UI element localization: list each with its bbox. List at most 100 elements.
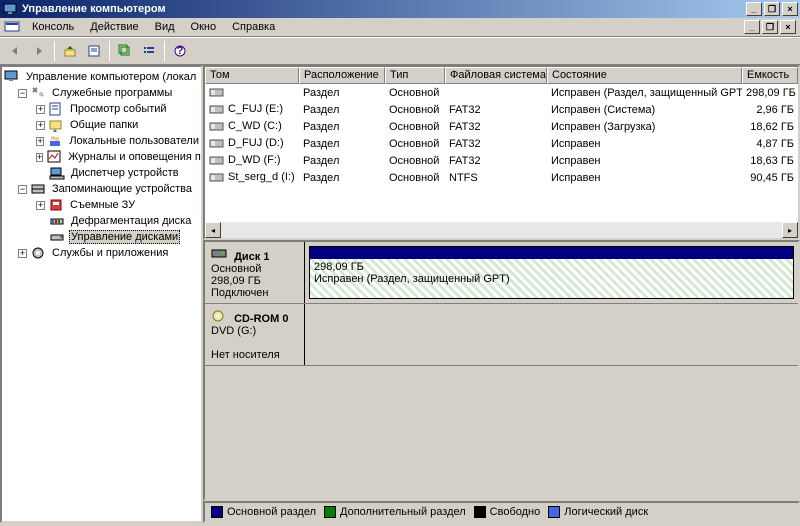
volume-row[interactable]: D_WD (F:)РазделОсновнойFAT32Исправен18,6… bbox=[205, 152, 798, 169]
menu-help[interactable]: Справка bbox=[224, 19, 283, 35]
tree-root-label: Управление компьютером (локал bbox=[24, 70, 198, 84]
cell-name: D_WD (F:) bbox=[205, 153, 299, 167]
app-icon bbox=[2, 1, 18, 17]
col-layout[interactable]: Расположение bbox=[299, 67, 385, 84]
col-type[interactable]: Тип bbox=[385, 67, 445, 84]
list-hscrollbar[interactable]: ◂ ▸ bbox=[205, 222, 798, 238]
svg-text:?: ? bbox=[177, 45, 184, 57]
cell-name: C_WD (C:) bbox=[205, 119, 299, 133]
removable-icon bbox=[48, 197, 64, 213]
collapse-icon[interactable]: − bbox=[18, 185, 27, 194]
expand-icon[interactable]: + bbox=[18, 249, 27, 258]
mmc-icon[interactable] bbox=[4, 19, 20, 35]
properties-button[interactable] bbox=[83, 40, 105, 62]
cell-layout: Раздел bbox=[299, 171, 385, 185]
col-volume[interactable]: Том bbox=[205, 67, 299, 84]
tree-removable[interactable]: + Съемные ЗУ bbox=[2, 197, 201, 213]
list-button[interactable] bbox=[138, 40, 160, 62]
volume-row[interactable]: C_FUJ (E:)РазделОсновнойFAT32Исправен (С… bbox=[205, 101, 798, 118]
cell-type: Основной bbox=[385, 171, 445, 185]
tools-icon bbox=[30, 85, 46, 101]
cell-status: Исправен bbox=[547, 137, 742, 151]
list-header: Том Расположение Тип Файловая система Со… bbox=[205, 67, 798, 84]
scroll-left-button[interactable]: ◂ bbox=[205, 222, 221, 238]
cell-type: Основной bbox=[385, 137, 445, 151]
tree-event-viewer[interactable]: + Просмотр событий bbox=[2, 101, 201, 117]
cell-layout: Раздел bbox=[299, 103, 385, 117]
col-fs[interactable]: Файловая система bbox=[445, 67, 547, 84]
event-viewer-icon bbox=[48, 101, 64, 117]
volume-row[interactable]: D_FUJ (D:)РазделОсновнойFAT32Исправен4,8… bbox=[205, 135, 798, 152]
tree-disk-mgmt[interactable]: Управление дисками bbox=[2, 229, 201, 245]
cell-fs: FAT32 bbox=[445, 137, 547, 151]
menu-console[interactable]: Консоль bbox=[24, 19, 82, 35]
cell-capacity: 18,63 ГБ bbox=[742, 154, 798, 168]
expand-icon[interactable]: + bbox=[36, 137, 44, 146]
disk-icon bbox=[211, 246, 227, 262]
mdi-minimize-button[interactable]: _ bbox=[744, 20, 760, 34]
close-button[interactable]: × bbox=[782, 2, 798, 16]
tree-system-tools[interactable]: − Служебные программы bbox=[2, 85, 201, 101]
scroll-right-button[interactable]: ▸ bbox=[782, 222, 798, 238]
tree-devmgr-label: Диспетчер устройств bbox=[69, 166, 181, 180]
disk-1-partition[interactable]: 298,09 ГБ Исправен (Раздел, защищенный G… bbox=[309, 246, 794, 299]
volume-row[interactable]: St_serg_d (I:)РазделОсновнойNTFSИсправен… bbox=[205, 169, 798, 186]
back-button[interactable] bbox=[4, 40, 26, 62]
tree-services[interactable]: + Службы и приложения bbox=[2, 245, 201, 261]
cell-capacity: 90,45 ГБ bbox=[742, 171, 798, 185]
mdi-close-button[interactable]: × bbox=[780, 20, 796, 34]
menu-action[interactable]: Действие bbox=[82, 19, 146, 35]
expand-icon[interactable]: + bbox=[36, 105, 45, 114]
restore-button[interactable]: ❐ bbox=[764, 2, 780, 16]
cell-layout: Раздел bbox=[299, 154, 385, 168]
up-button[interactable] bbox=[59, 40, 81, 62]
tree-local-users-label: Локальные пользователи bbox=[67, 134, 201, 148]
cell-type: Основной bbox=[385, 103, 445, 117]
cell-capacity: 18,62 ГБ bbox=[742, 120, 798, 134]
col-status[interactable]: Состояние bbox=[547, 67, 742, 84]
cell-status: Исправен (Загрузка) bbox=[547, 120, 742, 134]
volume-list[interactable]: Том Расположение Тип Файловая система Со… bbox=[203, 65, 800, 240]
menu-window[interactable]: Окно bbox=[183, 19, 225, 35]
cdrom-info: CD-ROM 0 DVD (G:) Нет носителя bbox=[205, 304, 305, 365]
volume-row[interactable]: C_WD (C:)РазделОсновнойFAT32Исправен (За… bbox=[205, 118, 798, 135]
tree-services-label: Службы и приложения bbox=[50, 246, 170, 260]
tree-shared-folders[interactable]: + Общие папки bbox=[2, 117, 201, 133]
partition-header-stripe bbox=[310, 247, 793, 259]
mdi-restore-button[interactable]: ❐ bbox=[762, 20, 778, 34]
diskmgmt-icon bbox=[49, 229, 65, 245]
disk-1-state: Подключен bbox=[211, 287, 269, 299]
col-capacity[interactable]: Емкость bbox=[742, 67, 798, 84]
cell-name bbox=[205, 85, 299, 99]
forward-button[interactable] bbox=[28, 40, 50, 62]
refresh-button[interactable] bbox=[114, 40, 136, 62]
cell-fs bbox=[445, 92, 547, 94]
tree-event-viewer-label: Просмотр событий bbox=[68, 102, 169, 116]
cdrom-row[interactable]: CD-ROM 0 DVD (G:) Нет носителя bbox=[205, 304, 798, 366]
volume-icon bbox=[209, 172, 225, 184]
minimize-button[interactable]: _ bbox=[746, 2, 762, 16]
tree-panel[interactable]: Управление компьютером (локал − Служебны… bbox=[0, 65, 203, 523]
help-button[interactable]: ? bbox=[169, 40, 191, 62]
disk-graphic-panel[interactable]: Диск 1 Основной 298,09 ГБ Подключен 298,… bbox=[203, 240, 800, 501]
tree-storage[interactable]: − Запоминающие устройства bbox=[2, 181, 201, 197]
menu-view[interactable]: Вид bbox=[147, 19, 183, 35]
tree-storage-label: Запоминающие устройства bbox=[50, 182, 194, 196]
volume-icon bbox=[209, 104, 225, 116]
expand-icon[interactable]: + bbox=[36, 153, 43, 162]
volume-row[interactable]: РазделОсновнойИсправен (Раздел, защищенн… bbox=[205, 84, 798, 101]
tree-device-manager[interactable]: Диспетчер устройств bbox=[2, 165, 201, 181]
tree-perf-label: Журналы и оповещения пр bbox=[66, 150, 203, 164]
cell-fs: FAT32 bbox=[445, 154, 547, 168]
tree-perf-logs[interactable]: + Журналы и оповещения пр bbox=[2, 149, 201, 165]
tree-defrag[interactable]: Дефрагментация диска bbox=[2, 213, 201, 229]
disk-1-row[interactable]: Диск 1 Основной 298,09 ГБ Подключен 298,… bbox=[205, 242, 798, 304]
collapse-icon[interactable]: − bbox=[18, 89, 27, 98]
tree-defrag-label: Дефрагментация диска bbox=[69, 214, 193, 228]
tree-root[interactable]: Управление компьютером (локал bbox=[2, 69, 201, 85]
expand-icon[interactable]: + bbox=[36, 201, 45, 210]
expand-icon[interactable]: + bbox=[36, 121, 45, 130]
volume-icon bbox=[209, 87, 225, 99]
tree-local-users[interactable]: + Локальные пользователи bbox=[2, 133, 201, 149]
cell-layout: Раздел bbox=[299, 120, 385, 134]
